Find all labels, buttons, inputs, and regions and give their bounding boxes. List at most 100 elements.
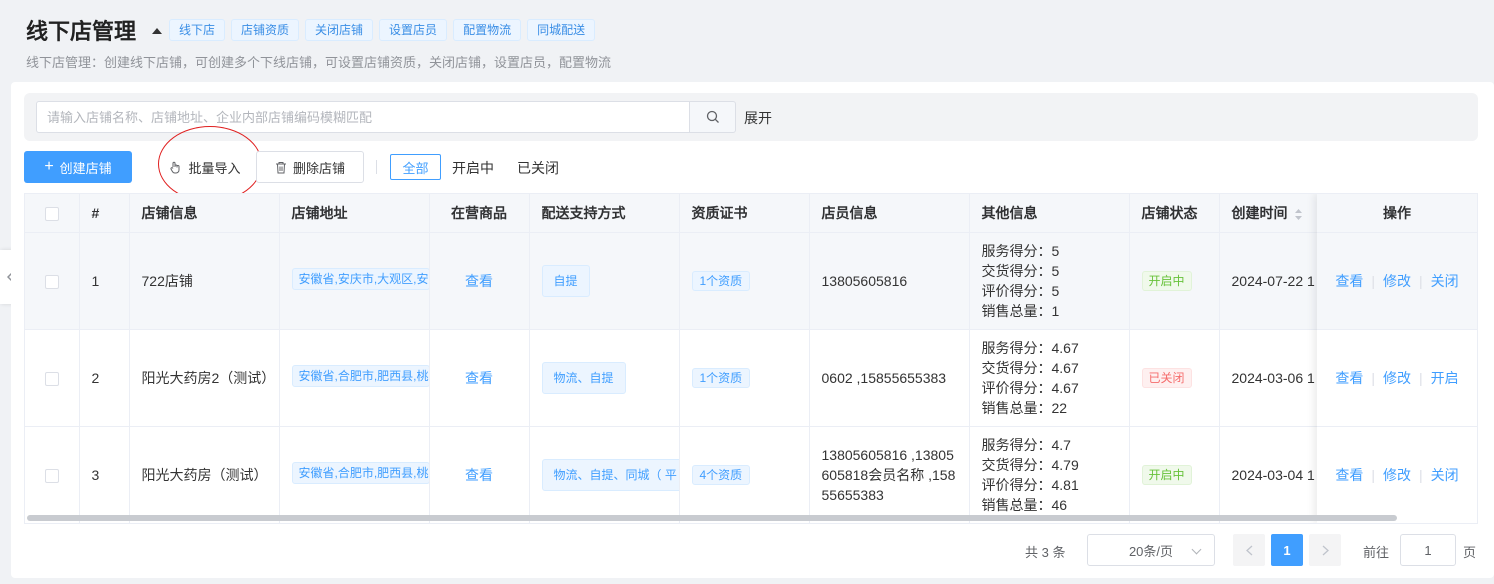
caret-up-icon[interactable] xyxy=(152,28,162,34)
address-tag: 安徽省,安庆市,大观区,安 xyxy=(291,268,428,290)
row-checkbox[interactable] xyxy=(44,371,59,386)
select-all-checkbox[interactable] xyxy=(44,206,59,221)
current-page-button[interactable]: 1 xyxy=(1271,534,1303,566)
row-select-cell xyxy=(25,426,80,523)
feature-tag[interactable]: 同城配送 xyxy=(527,19,596,41)
goto-page-input[interactable] xyxy=(1400,534,1456,566)
view-goods-link[interactable]: 查看 xyxy=(465,370,493,386)
toggle-status-link[interactable]: 关闭 xyxy=(1431,271,1459,291)
sales-total: 销售总量：22 xyxy=(981,399,1068,416)
cert-tag[interactable]: 1个资质 xyxy=(691,270,751,291)
created-time: 2024-03-04 1 xyxy=(1219,426,1320,523)
cert-cell: 1个资质 xyxy=(679,329,810,427)
divider: | xyxy=(1419,273,1423,289)
store-table: # 店铺信息 店铺地址 在营商品 配送支持方式 资质证书 店员信息 其他信息 店… xyxy=(24,193,1478,524)
other-info-cell: 服务得分：5 交货得分：5 评价得分：5 销售总量：1 xyxy=(969,232,1130,330)
delivery-score: 交货得分：4.67 xyxy=(981,359,1079,376)
edit-link[interactable]: 修改 xyxy=(1383,271,1411,291)
filter-open-button[interactable]: 开启中 xyxy=(452,158,494,178)
toggle-status-link[interactable]: 关闭 xyxy=(1431,465,1459,485)
toggle-status-link[interactable]: 开启 xyxy=(1431,368,1459,388)
delete-store-label: 删除店铺 xyxy=(292,160,345,176)
feature-tag[interactable]: 设置店员 xyxy=(379,19,448,41)
cert-cell: 4个资质 xyxy=(679,426,810,523)
cert-tag[interactable]: 1个资质 xyxy=(691,367,751,388)
page-description: 线下店管理：创建线下店铺，可创建多个下线店铺，可设置店铺资质，关闭店铺，设置店员… xyxy=(26,55,612,70)
table-row: 1 722店铺 安徽省,安庆市,大观区,安 查看 自提 1个资质 1380560… xyxy=(25,232,1477,330)
row-actions: 查看 | 修改 | 开启 xyxy=(1317,330,1477,427)
horizontal-scrollbar[interactable] xyxy=(27,515,1397,521)
batch-import-button[interactable]: 批量导入 xyxy=(158,151,252,183)
staff-info: 13805605816 ,13805605818会员名称 ,1585565538… xyxy=(809,426,970,523)
feature-tag[interactable]: 店铺资质 xyxy=(231,19,300,41)
row-checkbox[interactable] xyxy=(44,468,59,483)
trash-icon xyxy=(275,161,286,173)
status-badge: 开启中 xyxy=(1141,270,1192,291)
expand-filters-link[interactable]: 展开 xyxy=(744,108,772,128)
address-tag: 安徽省,合肥市,肥西县,桃 xyxy=(291,365,428,387)
create-store-button[interactable]: + 创建店铺 xyxy=(24,151,132,183)
sort-icon[interactable] xyxy=(1294,208,1303,221)
shipping-cell: 自提 xyxy=(529,232,680,330)
feature-tag[interactable]: 线下店 xyxy=(169,19,226,41)
created-time-header[interactable]: 创建时间 xyxy=(1219,194,1320,233)
filter-all-button[interactable]: 全部 xyxy=(390,154,441,180)
chevron-left-icon xyxy=(1245,545,1252,555)
view-link[interactable]: 查看 xyxy=(1335,271,1363,291)
filter-closed-button[interactable]: 已关闭 xyxy=(517,158,559,178)
page-size-select[interactable]: 20条/页 xyxy=(1087,534,1215,566)
chevron-down-icon xyxy=(1191,544,1202,555)
search-button[interactable] xyxy=(689,101,736,133)
status-badge: 开启中 xyxy=(1141,464,1192,485)
page-header: 线下店管理 线下店 店铺资质 关闭店铺 设置店员 配置物流 同城配送 线下店管理… xyxy=(0,0,1494,82)
delete-store-button[interactable]: 删除店铺 xyxy=(256,151,364,183)
search-input[interactable] xyxy=(36,101,690,133)
main-card: 展开 + 创建店铺 批量导入 删除店铺 全部 开启中 已关闭 xyxy=(11,82,1494,578)
divider: | xyxy=(1419,467,1423,483)
column-header: 资质证书 xyxy=(679,194,810,233)
prev-page-button[interactable] xyxy=(1233,534,1265,566)
edit-link[interactable]: 修改 xyxy=(1383,465,1411,485)
page-suffix: 页 xyxy=(1463,545,1477,560)
column-header: 在营商品 xyxy=(429,194,530,233)
view-goods-link[interactable]: 查看 xyxy=(465,273,493,289)
row-select-cell xyxy=(25,232,80,330)
view-link[interactable]: 查看 xyxy=(1335,368,1363,388)
sales-total: 销售总量：46 xyxy=(981,496,1068,513)
row-select-cell xyxy=(25,329,80,427)
row-checkbox[interactable] xyxy=(44,274,59,289)
row-index: 3 xyxy=(79,426,130,523)
view-link[interactable]: 查看 xyxy=(1335,465,1363,485)
review-score: 评价得分：4.67 xyxy=(981,379,1079,396)
next-page-button[interactable] xyxy=(1309,534,1341,566)
address-cell: 安徽省,合肥市,肥西县,桃 xyxy=(279,329,430,427)
feature-tag[interactable]: 关闭店铺 xyxy=(305,19,374,41)
divider: | xyxy=(1419,370,1423,386)
column-header: 店铺地址 xyxy=(279,194,430,233)
select-all-cell xyxy=(25,194,80,233)
goods-cell: 查看 xyxy=(429,426,530,523)
divider: | xyxy=(1371,370,1375,386)
edit-link[interactable]: 修改 xyxy=(1383,368,1411,388)
plus-icon: + xyxy=(44,158,54,175)
service-score: 服务得分：4.7 xyxy=(981,436,1071,453)
toolbar: + 创建店铺 批量导入 删除店铺 全部 开启中 已关闭 xyxy=(24,126,1478,202)
divider: | xyxy=(1371,273,1375,289)
store-name: 阳光大药房2（测试） xyxy=(129,329,280,427)
column-header: 店员信息 xyxy=(809,194,970,233)
status-cell: 开启中 xyxy=(1129,426,1220,523)
status-cell: 开启中 xyxy=(1129,232,1220,330)
shipping-cell: 物流、自提 xyxy=(529,329,680,427)
review-score: 评价得分：4.81 xyxy=(981,476,1079,493)
column-header: 操作 xyxy=(1317,194,1477,233)
view-goods-link[interactable]: 查看 xyxy=(465,467,493,483)
table-header-row: # 店铺信息 店铺地址 在营商品 配送支持方式 资质证书 店员信息 其他信息 店… xyxy=(25,194,1477,233)
created-time: 2024-03-06 1 xyxy=(1219,329,1320,427)
sales-total: 销售总量：1 xyxy=(981,302,1060,319)
column-header-label: 创建时间 xyxy=(1231,204,1288,221)
created-time: 2024-07-22 1 xyxy=(1219,232,1320,330)
cert-tag[interactable]: 4个资质 xyxy=(691,464,751,485)
staff-info: 13805605816 xyxy=(809,232,970,330)
feature-tag[interactable]: 配置物流 xyxy=(453,19,522,41)
store-name: 阳光大药房（测试） xyxy=(129,426,280,523)
